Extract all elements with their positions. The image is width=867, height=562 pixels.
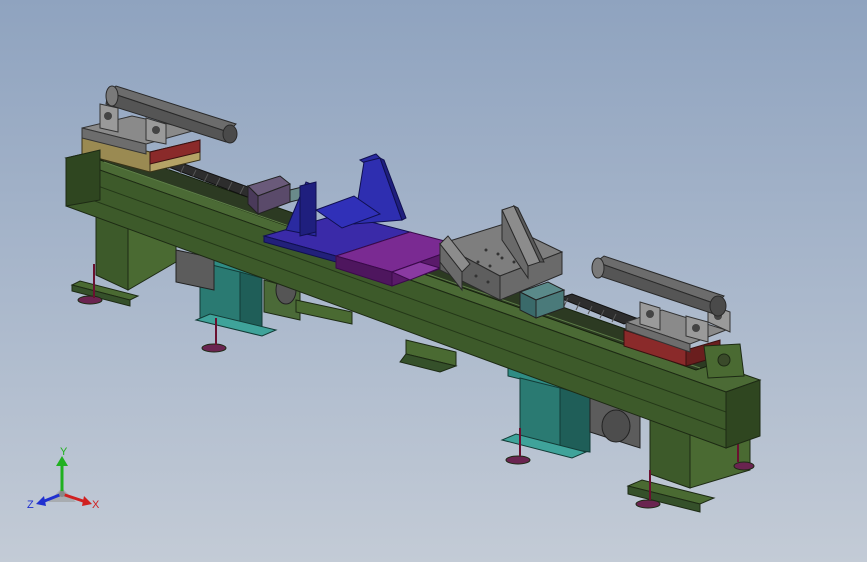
z-axis-label: Z [27,499,34,511]
main-frame-beam [64,149,762,449]
y-axis-label: Y [60,446,68,458]
frame-end-left [65,149,101,207]
cylinder-assembly-left [81,85,238,173]
coordinate-triad: Y X Z [27,446,100,511]
x-axis-label: X [92,499,100,511]
assembly-model[interactable] [0,0,867,562]
cad-viewport[interactable]: Y X Z [0,0,867,562]
